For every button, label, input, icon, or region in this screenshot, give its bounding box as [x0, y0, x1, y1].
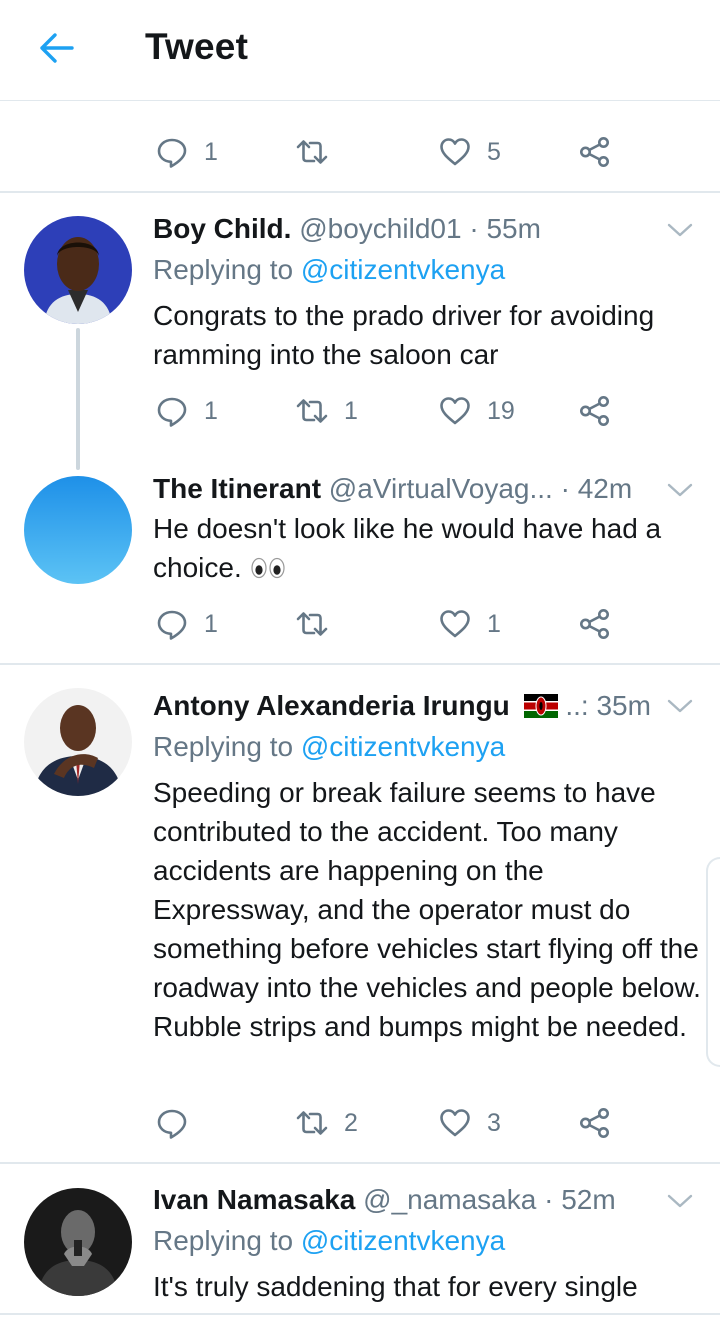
replying-label: Replying to — [153, 1225, 294, 1256]
like-count: 5 — [487, 137, 501, 166]
top-app-bar: Tweet — [0, 0, 720, 100]
tweet-header: The Itinerant @aVirtualVoyag... · 42m — [153, 473, 698, 505]
user-handle: @aVirtualVoyag... — [328, 473, 553, 504]
share-button[interactable] — [578, 393, 612, 429]
share-icon — [578, 1106, 612, 1140]
tweet-divider — [0, 1162, 720, 1164]
heart-icon — [438, 1106, 472, 1140]
separator-dot: · — [544, 1184, 554, 1215]
mention-link[interactable]: @citizentvkenya — [301, 731, 505, 762]
share-button[interactable] — [578, 134, 612, 170]
share-button[interactable] — [578, 606, 612, 642]
tweet-divider — [0, 663, 720, 665]
share-icon — [578, 394, 612, 428]
reply-icon — [155, 135, 189, 169]
replying-to: Replying to @citizentvkenya — [153, 731, 505, 763]
chevron-down-icon[interactable] — [667, 482, 693, 498]
display-name[interactable]: Boy Child. — [153, 213, 291, 244]
retweet-button[interactable] — [295, 606, 329, 642]
like-button[interactable]: 5 — [438, 134, 501, 170]
retweet-icon — [295, 135, 329, 169]
share-button[interactable] — [578, 1105, 612, 1141]
display-name[interactable]: Antony Alexanderia Irungu — [153, 690, 510, 721]
timestamp: 42m — [577, 473, 633, 504]
tweet-text: It's truly saddening that for every sing… — [153, 1271, 638, 1302]
share-icon — [578, 607, 612, 641]
mention-link[interactable]: @citizentvkenya — [301, 1225, 505, 1256]
tweet-header: Boy Child. @boychild01 · 55m — [153, 213, 698, 245]
separator-dot: · — [469, 213, 479, 244]
mention-link[interactable]: @citizentvkenya — [301, 254, 505, 285]
scroll-handle[interactable] — [706, 857, 720, 1067]
eyes-emoji-icon — [250, 557, 285, 579]
heart-icon — [438, 394, 472, 428]
tweet-header: Ivan Namasaka @_namasaka · 52m — [153, 1184, 698, 1216]
reply-button[interactable]: 1 — [155, 606, 218, 642]
heart-icon — [438, 135, 472, 169]
replying-label: Replying to — [153, 731, 294, 762]
user-handle: ..: — [565, 690, 589, 721]
retweet-icon — [295, 607, 329, 641]
user-handle: @_namasaka — [363, 1184, 537, 1215]
tweet-divider — [0, 191, 720, 193]
page-title: Tweet — [145, 26, 249, 67]
timestamp: 35m — [596, 690, 651, 721]
reply-count: 1 — [204, 137, 218, 166]
tweet-text: Speeding or break failure seems to have … — [153, 777, 701, 1042]
avatar[interactable] — [24, 688, 132, 796]
like-count: 1 — [487, 609, 501, 638]
like-button[interactable]: 3 — [438, 1105, 501, 1141]
share-icon — [578, 135, 612, 169]
header-divider — [0, 100, 720, 101]
retweet-button[interactable] — [295, 134, 329, 170]
avatar[interactable] — [24, 216, 132, 324]
retweet-count: 1 — [344, 396, 358, 425]
avatar[interactable] — [24, 1188, 132, 1296]
reply-count: 1 — [204, 396, 218, 425]
timestamp: 55m — [486, 213, 541, 244]
replying-label: Replying to — [153, 254, 294, 285]
reply-count: 1 — [204, 609, 218, 638]
avatar[interactable] — [24, 476, 132, 584]
replying-to: Replying to @citizentvkenya — [153, 254, 505, 286]
display-name[interactable]: The Itinerant — [153, 473, 321, 504]
back-arrow-icon[interactable] — [36, 28, 76, 68]
retweet-button[interactable]: 1 — [295, 393, 358, 429]
tweet-text: He doesn't look like he would have had a… — [153, 513, 662, 583]
reply-icon — [155, 607, 189, 641]
tweet-actions: 2 3 — [155, 1105, 625, 1141]
like-button[interactable]: 19 — [438, 393, 515, 429]
tweet-text: Congrats to the prado driver for avoidin… — [153, 300, 655, 370]
user-handle: @boychild01 — [299, 213, 462, 244]
reply-button[interactable] — [155, 1105, 189, 1141]
tweet-actions: 1 5 — [155, 134, 625, 170]
like-button[interactable]: 1 — [438, 606, 501, 642]
chevron-down-icon[interactable] — [667, 222, 693, 238]
heart-icon — [438, 607, 472, 641]
separator-dot: · — [560, 473, 570, 504]
tweet-actions: 1 1 19 — [155, 393, 625, 429]
retweet-count: 2 — [344, 1108, 358, 1137]
retweet-icon — [295, 1106, 329, 1140]
reply-bar-divider — [0, 1313, 720, 1315]
tweet-actions: 1 1 — [155, 606, 625, 642]
like-count: 19 — [487, 396, 515, 425]
like-count: 3 — [487, 1108, 501, 1137]
retweet-button[interactable]: 2 — [295, 1105, 358, 1141]
replying-to: Replying to @citizentvkenya — [153, 1225, 505, 1257]
tweet-header: Antony Alexanderia Irungu ..: 35m — [153, 690, 698, 722]
timestamp: 52m — [561, 1184, 616, 1215]
tweet-text-block: He doesn't look like he would have had a… — [153, 509, 703, 587]
chevron-down-icon[interactable] — [667, 698, 693, 714]
reply-icon — [155, 1106, 189, 1140]
kenya-flag-icon — [523, 694, 558, 718]
chevron-down-icon[interactable] — [667, 1193, 693, 1209]
thread-line — [76, 328, 80, 470]
display-name[interactable]: Ivan Namasaka — [153, 1184, 355, 1215]
retweet-icon — [295, 394, 329, 428]
reply-icon — [155, 394, 189, 428]
reply-button[interactable]: 1 — [155, 134, 218, 170]
reply-button[interactable]: 1 — [155, 393, 218, 429]
